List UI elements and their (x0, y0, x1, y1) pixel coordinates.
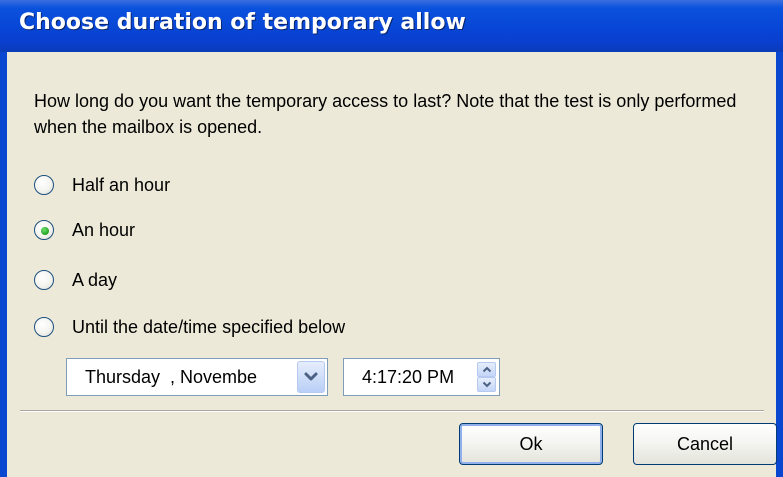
date-value[interactable]: Thursday , Novembe (85, 367, 299, 388)
time-picker[interactable]: 4:17:20 PM (343, 358, 500, 396)
date-picker[interactable]: Thursday , Novembe (66, 358, 328, 396)
option-label: Half an hour (72, 174, 171, 195)
window-border-right (776, 52, 783, 477)
option-an-hour[interactable]: An hour (34, 217, 135, 243)
title-bar[interactable]: Choose duration of temporary allow (0, 0, 783, 52)
option-until-date[interactable]: Until the date/time specified below (34, 314, 345, 340)
cancel-button[interactable]: Cancel (633, 423, 777, 465)
dialog-window: Choose duration of temporary allow How l… (0, 0, 783, 477)
option-label: Until the date/time specified below (72, 316, 346, 337)
separator (20, 410, 764, 412)
spin-up-icon (482, 366, 491, 373)
option-label: An hour (72, 219, 136, 240)
option-a-day[interactable]: A day (34, 267, 117, 293)
spin-down-button[interactable] (477, 377, 496, 392)
radio-dot-icon (41, 227, 49, 235)
option-half-hour[interactable]: Half an hour (34, 172, 170, 198)
radio-button-icon[interactable] (34, 317, 54, 337)
spin-up-button[interactable] (477, 362, 496, 377)
radio-button-icon[interactable] (34, 175, 54, 195)
ok-button[interactable]: Ok (459, 423, 603, 465)
description-text: How long do you want the temporary acces… (34, 91, 737, 137)
time-value[interactable]: 4:17:20 PM (362, 367, 454, 388)
spin-down-icon (482, 381, 491, 388)
window-border-left (0, 52, 7, 477)
radio-button-icon[interactable] (34, 270, 54, 290)
time-spinner[interactable] (477, 362, 496, 392)
chevron-down-icon (304, 372, 318, 381)
date-dropdown-button[interactable] (297, 361, 325, 393)
option-label: A day (72, 269, 118, 290)
radio-button-selected-icon[interactable] (34, 220, 54, 240)
dialog-title: Choose duration of temporary allow (19, 10, 466, 35)
